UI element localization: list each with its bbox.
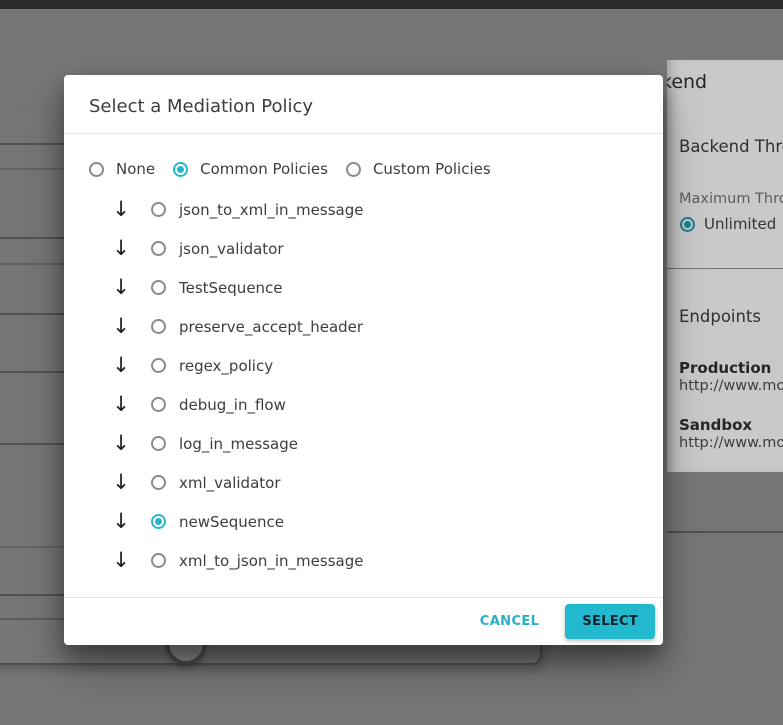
- policy-radio[interactable]: [151, 319, 166, 334]
- policy-row-newSequence[interactable]: ↓ newSequence: [64, 502, 663, 541]
- screen: kend Backend Throu Maximum Throu Unlimit…: [0, 0, 783, 725]
- policy-row-regex_policy[interactable]: ↓ regex_policy: [64, 346, 663, 385]
- download-arrow-icon[interactable]: ↓: [109, 433, 133, 454]
- policy-label: regex_policy: [179, 356, 274, 375]
- policy-radio[interactable]: [151, 202, 166, 217]
- sandbox-endpoint-url: http://www.moc: [679, 435, 783, 451]
- header-divider: [64, 133, 663, 134]
- unlimited-radio-label: Unlimited: [704, 215, 777, 233]
- production-endpoint-name: Production: [679, 359, 772, 377]
- sandbox-endpoint-name: Sandbox: [679, 416, 753, 434]
- type-option-label: None: [116, 160, 156, 178]
- type-option-radio[interactable]: [173, 161, 189, 177]
- policy-radio[interactable]: [151, 358, 166, 373]
- dialog-footer: CANCEL SELECT: [64, 598, 663, 645]
- type-option-label: Custom Policies: [372, 160, 491, 178]
- policy-label: json_to_xml_in_message: [179, 200, 364, 219]
- backend-throughput-title: Backend Throu: [679, 137, 783, 156]
- policy-label: log_in_message: [179, 434, 298, 453]
- download-arrow-icon[interactable]: ↓: [109, 472, 133, 493]
- policy-label: xml_to_json_in_message: [179, 551, 364, 570]
- policy-row-log_in_message[interactable]: ↓ log_in_message: [64, 424, 663, 463]
- policy-radio[interactable]: [151, 475, 166, 490]
- dialog-title: Select a Mediation Policy: [89, 96, 314, 117]
- policy-row-preserve_accept_header[interactable]: ↓ preserve_accept_header: [64, 307, 663, 346]
- download-arrow-icon[interactable]: ↓: [109, 394, 133, 415]
- policy-row-xml_to_json_in_message[interactable]: ↓ xml_to_json_in_message: [64, 541, 663, 580]
- backend-drawer-panel: kend Backend Throu Maximum Throu Unlimit…: [667, 60, 783, 472]
- unlimited-radio[interactable]: [680, 216, 695, 232]
- download-arrow-icon[interactable]: ↓: [109, 355, 133, 376]
- policy-label: debug_in_flow: [179, 395, 286, 414]
- policy-radio[interactable]: [151, 280, 166, 295]
- policy-row-debug_in_flow[interactable]: ↓ debug_in_flow: [64, 385, 663, 424]
- policy-label: newSequence: [179, 512, 284, 531]
- policy-list: ↓ json_to_xml_in_message ↓ json_validator ↓ T…: [64, 190, 663, 580]
- panel-divider: [667, 268, 783, 269]
- drawer-heading-fragment: kend: [667, 71, 708, 93]
- type-option-label: Common Policies: [200, 160, 328, 178]
- download-arrow-icon[interactable]: ↓: [109, 199, 133, 220]
- policy-type-radio-group: None Common Policies Custom Policies: [89, 160, 491, 178]
- policy-radio[interactable]: [151, 241, 166, 256]
- policy-row-json_validator[interactable]: ↓ json_validator: [64, 229, 663, 268]
- dimmed-top-bar: [0, 0, 783, 9]
- policy-radio[interactable]: [151, 553, 166, 568]
- policy-row-json_to_xml_in_message[interactable]: ↓ json_to_xml_in_message: [64, 190, 663, 229]
- policy-row-xml_validator[interactable]: ↓ xml_validator: [64, 463, 663, 502]
- mediation-policy-dialog: Select a Mediation Policy None Common Pol…: [64, 75, 663, 645]
- download-arrow-icon[interactable]: ↓: [109, 238, 133, 259]
- download-arrow-icon[interactable]: ↓: [109, 511, 133, 532]
- unlimited-radio-option[interactable]: Unlimited: [680, 215, 776, 233]
- cancel-button[interactable]: CANCEL: [470, 606, 550, 637]
- policy-row-TestSequence[interactable]: ↓ TestSequence: [64, 268, 663, 307]
- policy-label: preserve_accept_header: [179, 317, 364, 336]
- production-endpoint-url: http://www.moc: [679, 378, 783, 394]
- download-arrow-icon[interactable]: ↓: [109, 550, 133, 571]
- endpoints-title: Endpoints: [679, 307, 762, 326]
- policy-label: xml_validator: [179, 473, 281, 492]
- policy-radio[interactable]: [151, 397, 166, 412]
- type-option-custom-policies[interactable]: Custom Policies: [345, 160, 491, 178]
- maximum-throughput-label: Maximum Throu: [679, 191, 783, 207]
- download-arrow-icon[interactable]: ↓: [109, 316, 133, 337]
- policy-label: json_validator: [179, 239, 284, 258]
- policy-radio[interactable]: [151, 436, 166, 451]
- type-option-common-policies[interactable]: Common Policies: [173, 160, 328, 178]
- type-option-radio[interactable]: [89, 161, 104, 177]
- select-button[interactable]: SELECT: [565, 604, 655, 639]
- policy-radio[interactable]: [151, 514, 166, 529]
- policy-label: TestSequence: [179, 278, 283, 297]
- type-option-none[interactable]: None: [89, 160, 155, 178]
- type-option-radio[interactable]: [345, 161, 361, 177]
- download-arrow-icon[interactable]: ↓: [109, 277, 133, 298]
